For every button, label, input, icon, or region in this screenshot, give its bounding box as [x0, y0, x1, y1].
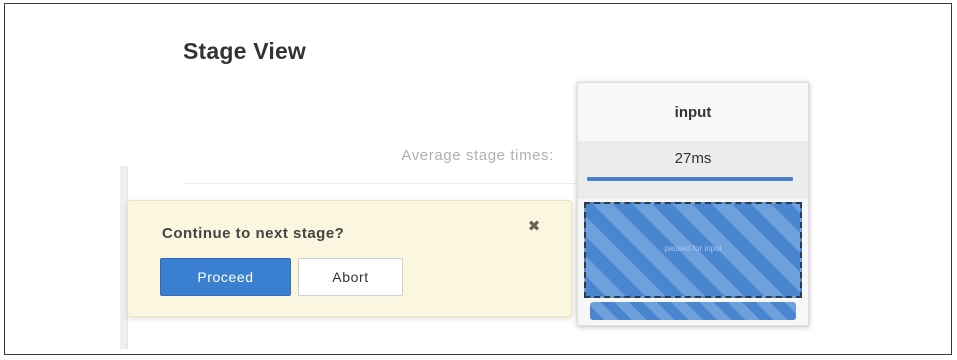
page-title: Stage View: [183, 38, 307, 64]
input-prompt-popup: Continue to next stage? ✖ Proceed Abort: [127, 200, 572, 317]
proceed-button[interactable]: Proceed: [160, 258, 291, 296]
stage-progress-bar: [590, 302, 796, 320]
abort-button[interactable]: Abort: [298, 258, 403, 296]
prompt-message: Continue to next stage?: [162, 225, 345, 242]
row-divider: [183, 183, 578, 184]
close-icon[interactable]: ✖: [525, 218, 543, 236]
average-stage-times-label: Average stage times:: [401, 147, 554, 164]
stage-average-cell: 27ms: [578, 141, 808, 199]
stage-header[interactable]: input: [578, 83, 808, 142]
stage-run-cell[interactable]: paused for input: [584, 202, 802, 298]
stage-average-time: 27ms: [674, 150, 712, 167]
stage-run-status: paused for input: [664, 244, 722, 253]
stage-column-input: input 27ms paused for input: [577, 82, 809, 326]
average-time-bar: [587, 177, 793, 181]
